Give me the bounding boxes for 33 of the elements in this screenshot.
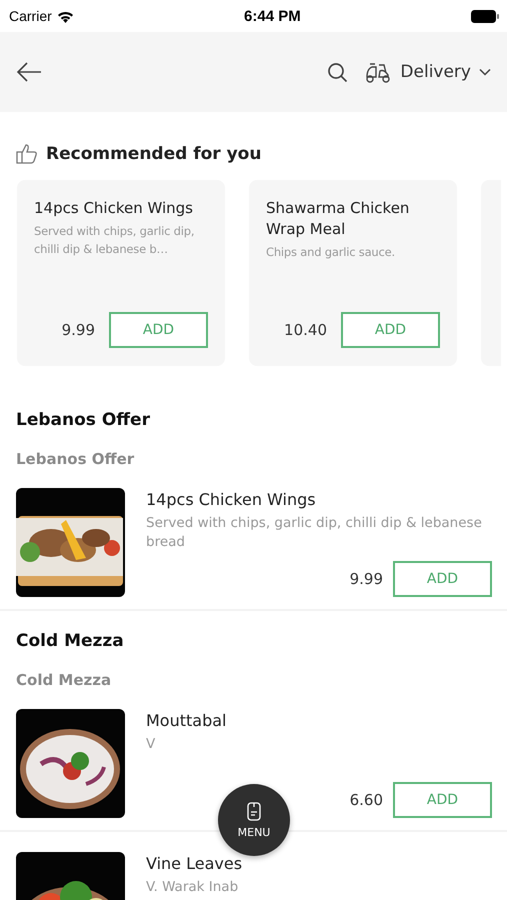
search-button[interactable]	[327, 62, 348, 82]
product-card[interactable]: 14pcs Chicken Wings Served with chips, garlic dip, chilli dip & lebanese b… 9.99 ADD	[17, 180, 225, 366]
product-description: V. Warak Inab	[146, 878, 240, 897]
category-subtitle: Lebanos Offer	[15, 450, 136, 468]
product-description: Chips and garlic sauce.	[266, 244, 396, 261]
product-card[interactable]: Shawarma Chicken Wrap Meal Chips and garlic sauce. 10.40 ADD	[249, 180, 457, 366]
carrier-label: Carrier	[9, 8, 52, 24]
category-title: Lebanos Offer	[15, 410, 151, 430]
product-price: 10.40	[284, 321, 327, 339]
product-name: 14pcs Chicken Wings	[34, 198, 194, 219]
delivery-dropdown[interactable]: Delivery	[364, 61, 491, 83]
scooter-icon	[364, 61, 392, 83]
menu-icon	[247, 802, 261, 820]
product-name: Mouttabal	[146, 710, 228, 731]
product-description: Served with chips, garlic dip, chilli dip & lebanese bread	[146, 514, 483, 552]
wifi-icon	[56, 10, 74, 22]
menu-button[interactable]: MENU	[218, 784, 290, 856]
product-price: 9.99	[350, 570, 383, 588]
chevron-down-icon	[479, 68, 491, 76]
category-subtitle: Cold Mezza	[15, 671, 112, 689]
product-price: 9.99	[62, 321, 95, 339]
product-description: V	[146, 735, 156, 754]
product-price: 6.60	[350, 791, 383, 809]
product-name: 14pcs Chicken Wings	[146, 489, 317, 510]
section-title: Recommended for you	[46, 144, 262, 164]
battery-icon	[470, 10, 499, 22]
clock-time: 6:44 PM	[244, 8, 301, 24]
back-button[interactable]	[16, 62, 42, 82]
thumbs-up-icon	[16, 144, 38, 164]
product-description: Served with chips, garlic dip, chilli dip & lebanese b…	[34, 223, 196, 258]
product-name: Shawarma Chicken Wrap Meal	[266, 198, 410, 240]
category-title: Cold Mezza	[15, 631, 125, 651]
product-name: Vine Leaves	[146, 853, 244, 874]
